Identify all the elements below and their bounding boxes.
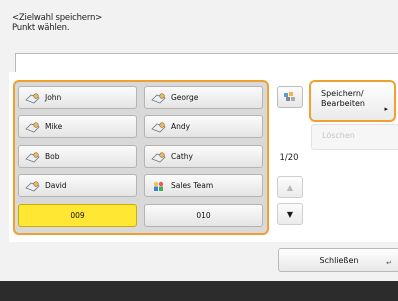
corner-arrow-icon: ↵: [386, 259, 392, 267]
destination-label: Bob: [45, 152, 60, 161]
close-button[interactable]: Schließen ↵: [278, 248, 398, 272]
address-list-icon: [284, 92, 295, 101]
destination-010[interactable]: 010: [144, 204, 263, 227]
destination-label: George: [171, 93, 199, 102]
address-list-button[interactable]: [277, 86, 303, 108]
destination-009-selected[interactable]: 009: [18, 204, 137, 227]
destination-bob[interactable]: Bob: [18, 145, 137, 168]
destination-sales-team[interactable]: Sales Team: [144, 174, 263, 197]
contact-icon: [25, 180, 40, 191]
destination-cathy[interactable]: Cathy: [144, 145, 263, 168]
name-display-field[interactable]: [15, 53, 398, 73]
contact-icon: [25, 151, 40, 162]
group-icon: [153, 181, 164, 191]
page-indicator: 1/20: [279, 153, 299, 163]
scroll-down-button[interactable]: ▼: [277, 203, 303, 225]
contact-icon: [151, 92, 166, 103]
destination-label: 010: [196, 211, 211, 220]
save-edit-button[interactable]: Speichern/ Bearbeiten ▸: [309, 80, 396, 122]
destination-label: Andy: [171, 122, 191, 131]
close-label: Schließen: [319, 255, 359, 265]
up-arrow-icon: ▲: [286, 182, 294, 192]
down-arrow-icon: ▼: [286, 209, 294, 219]
delete-button[interactable]: Löschen: [311, 124, 398, 150]
screen-title: <Zielwahl speichern>: [12, 13, 103, 23]
contact-icon: [25, 121, 40, 132]
instruction-text: Punkt wählen.: [12, 23, 70, 33]
destination-john[interactable]: John: [18, 86, 137, 109]
header: <Zielwahl speichern> Punkt wählen.: [0, 0, 398, 46]
destination-label: Cathy: [171, 152, 193, 161]
contact-icon: [151, 121, 166, 132]
scroll-up-button[interactable]: ▲: [277, 176, 303, 198]
status-bar: [0, 281, 398, 301]
destination-david[interactable]: David: [18, 174, 137, 197]
destination-label: John: [45, 93, 62, 102]
save-label-line1: Speichern/: [321, 89, 364, 98]
chevron-right-icon: ▸: [384, 105, 388, 113]
destination-andy[interactable]: Andy: [144, 115, 263, 138]
contact-icon: [25, 92, 40, 103]
destination-label: David: [45, 181, 67, 190]
destination-george[interactable]: George: [144, 86, 263, 109]
destination-label: Sales Team: [171, 181, 214, 190]
destination-label: Mike: [45, 122, 63, 131]
destination-mike[interactable]: Mike: [18, 115, 137, 138]
destination-label: 009: [70, 211, 85, 220]
save-label-line2: Bearbeiten: [321, 99, 365, 108]
contact-icon: [151, 151, 166, 162]
